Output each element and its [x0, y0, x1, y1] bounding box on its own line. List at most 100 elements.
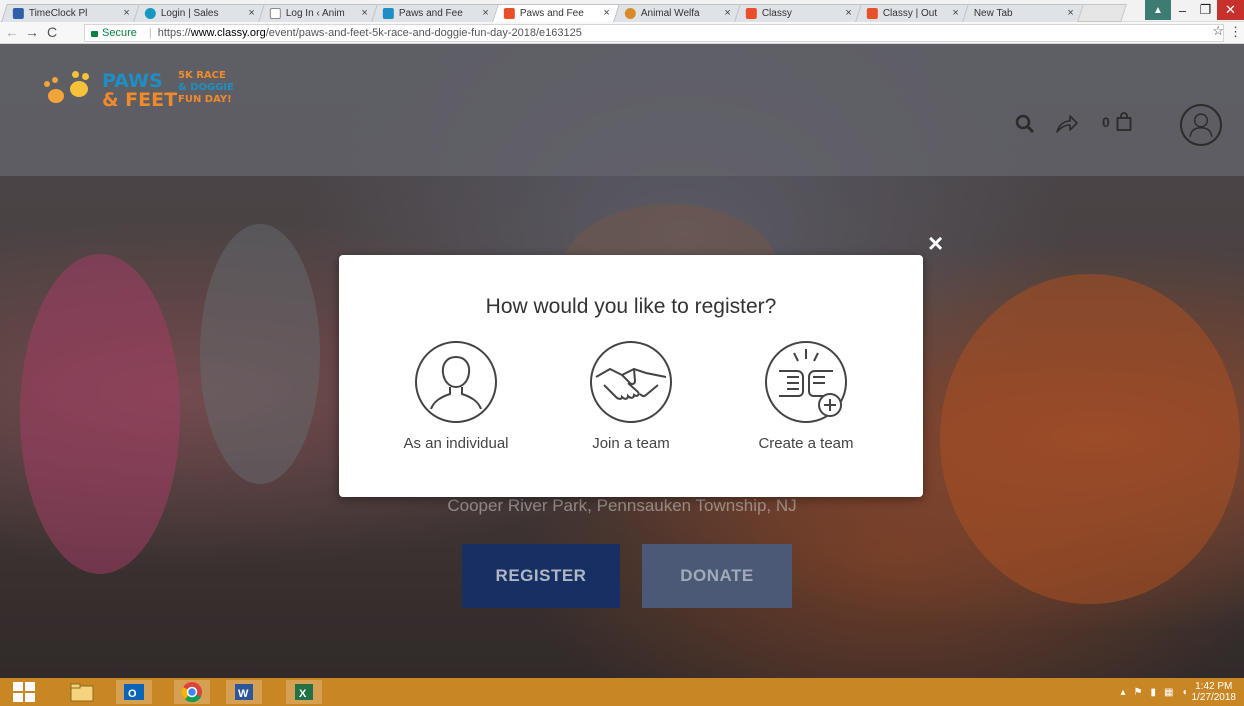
reload-icon[interactable]: C [44, 24, 60, 40]
classy-favicon-icon [745, 8, 757, 19]
bookmark-star-icon[interactable]: ☆ [1212, 23, 1224, 39]
browser-tab[interactable]: TimeClock Pl × [1, 4, 142, 22]
maximize-icon[interactable]: ❐ [1194, 0, 1217, 20]
windows-taskbar: O W X ▴ ⚑ ▮ ▦ ◖ 1:42 PM 1/27/2018 [0, 678, 1244, 706]
tab-label: New Tab [973, 8, 1013, 19]
tab-close-icon[interactable]: × [952, 7, 958, 19]
clock-date: 1/27/2018 [1191, 692, 1237, 703]
menu-kebab-icon[interactable]: ⋮ [1229, 24, 1242, 40]
browser-tab[interactable]: Paws and Fee × [371, 4, 501, 22]
power-icon[interactable]: ▮ [1150, 687, 1156, 698]
lock-icon [91, 31, 98, 37]
tab-close-icon[interactable]: × [248, 7, 254, 19]
paws-favicon-icon [382, 8, 394, 19]
classy-favicon-icon [503, 8, 515, 19]
share-icon[interactable] [1055, 114, 1079, 134]
network-icon[interactable]: ▦ [1164, 687, 1173, 698]
url-host: www.classy.org [190, 27, 266, 39]
browser-tab[interactable]: New Tab × [962, 4, 1086, 22]
tab-close-icon[interactable]: × [845, 7, 851, 19]
tab-label: Classy | Out [882, 8, 938, 19]
tab-label: TimeClock Pl [28, 8, 88, 19]
site-header: PAWS & FEET 5K RACE & DOGGIE FUN DAY! 0 [0, 44, 1244, 176]
forward-arrow-icon[interactable]: → [24, 24, 40, 40]
file-explorer-icon[interactable] [64, 680, 100, 704]
modal-close-icon[interactable]: × [928, 230, 943, 256]
secure-label: Secure [102, 27, 137, 39]
tab-label: Animal Welfa [640, 8, 700, 19]
option-label: Join a team [592, 435, 670, 452]
tab-close-icon[interactable]: × [123, 7, 129, 19]
tab-label: Paws and Fee [519, 8, 584, 19]
event-logo[interactable]: PAWS & FEET 5K RACE & DOGGIE FUN DAY! [42, 64, 252, 118]
windows-start-icon[interactable] [6, 680, 42, 704]
register-individual-option[interactable]: As an individual [381, 339, 531, 452]
logo-feet-text: & FEET [102, 89, 178, 111]
tab-label: Login | Sales [160, 8, 219, 19]
chrome-icon[interactable] [174, 680, 210, 704]
word-icon[interactable]: W [226, 680, 262, 704]
url-field[interactable]: Secure | https://www.classy.org/event/pa… [84, 24, 1224, 42]
page-favicon-icon [269, 8, 281, 19]
option-label: As an individual [403, 435, 509, 452]
salesforce-favicon-icon [144, 8, 156, 19]
tab-close-icon[interactable]: × [361, 7, 367, 19]
tab-close-icon[interactable]: × [482, 7, 488, 19]
separator: | [148, 27, 152, 39]
paw-prints-icon [42, 69, 98, 113]
svg-text:O: O [128, 688, 137, 700]
logo-tagline: 5K RACE & DOGGIE FUN DAY! [178, 70, 234, 106]
browser-tab[interactable]: Classy | Out × [855, 4, 971, 22]
browser-tab-strip: TimeClock Pl × Login | Sales × Log In ‹ An… [0, 0, 1244, 22]
handshake-icon [590, 341, 672, 423]
browser-tab[interactable]: Log In ‹ Anim × [258, 4, 380, 22]
back-arrow-icon[interactable]: ← [4, 24, 20, 40]
create-team-option[interactable]: Create a team [731, 339, 881, 452]
browser-tab[interactable]: Animal Welfa × [613, 4, 743, 22]
modal-title: How would you like to register? [485, 295, 777, 318]
event-page: PAWS & FEET 5K RACE & DOGGIE FUN DAY! 0 … [0, 44, 1244, 678]
close-window-icon[interactable]: ✕ [1217, 0, 1244, 20]
address-bar: ← → C Secure | https://www.classy.org/ev… [0, 22, 1244, 44]
svg-text:W: W [238, 688, 249, 700]
logo-tagline-line: FUN DAY! [178, 94, 232, 105]
profile-icon[interactable]: ▲ [1145, 0, 1171, 20]
new-tab-button[interactable] [1077, 4, 1127, 22]
outlook-icon[interactable]: O [116, 680, 152, 704]
animal-welfare-favicon-icon [624, 8, 636, 19]
svg-text:X: X [299, 688, 307, 700]
flag-icon[interactable]: ⚑ [1134, 687, 1143, 698]
registration-modal: How would you like to register? As an in… [339, 255, 923, 497]
tab-label: Paws and Fee [398, 8, 463, 19]
excel-icon[interactable]: X [286, 680, 322, 704]
tab-close-icon[interactable]: × [603, 7, 609, 19]
person-icon [415, 341, 497, 423]
timeclock-favicon-icon [12, 8, 24, 19]
logo-tagline-line: 5K RACE [178, 70, 226, 81]
classy-favicon-icon [866, 8, 878, 19]
url-scheme: https:// [157, 27, 191, 39]
tab-close-icon[interactable]: × [724, 7, 730, 19]
browser-tab-active[interactable]: Paws and Fee × [492, 4, 622, 22]
tray-expand-icon[interactable]: ▴ [1120, 687, 1125, 698]
search-icon[interactable] [1015, 114, 1035, 134]
cart-bag-icon[interactable] [1116, 112, 1132, 132]
browser-tab[interactable]: Login | Sales × [133, 4, 267, 22]
logo-wordmark: PAWS & FEET [102, 72, 177, 110]
minimize-icon[interactable]: – [1171, 0, 1194, 20]
tab-label: Classy [761, 8, 792, 19]
join-team-option[interactable]: Join a team [556, 339, 706, 452]
option-label: Create a team [758, 435, 854, 452]
browser-tab[interactable]: Classy × [734, 4, 864, 22]
logo-tagline-line: & DOGGIE [178, 82, 234, 93]
tab-close-icon[interactable]: × [1067, 7, 1073, 19]
user-avatar-icon[interactable] [1180, 104, 1222, 146]
system-tray: ▴ ⚑ ▮ ▦ ◖ 1:42 PM 1/27/2018 [1116, 678, 1244, 706]
fist-bump-plus-icon [765, 341, 847, 423]
cart-count: 0 [1102, 114, 1110, 130]
volume-icon[interactable]: ◖ [1181, 687, 1187, 698]
clock-time: 1:42 PM [1195, 681, 1233, 692]
taskbar-clock[interactable]: 1:42 PM 1/27/2018 [1192, 681, 1237, 703]
tab-label: Log In ‹ Anim [285, 8, 345, 19]
url-path: /event/paws-and-feet-5k-race-and-doggie-… [265, 27, 582, 39]
